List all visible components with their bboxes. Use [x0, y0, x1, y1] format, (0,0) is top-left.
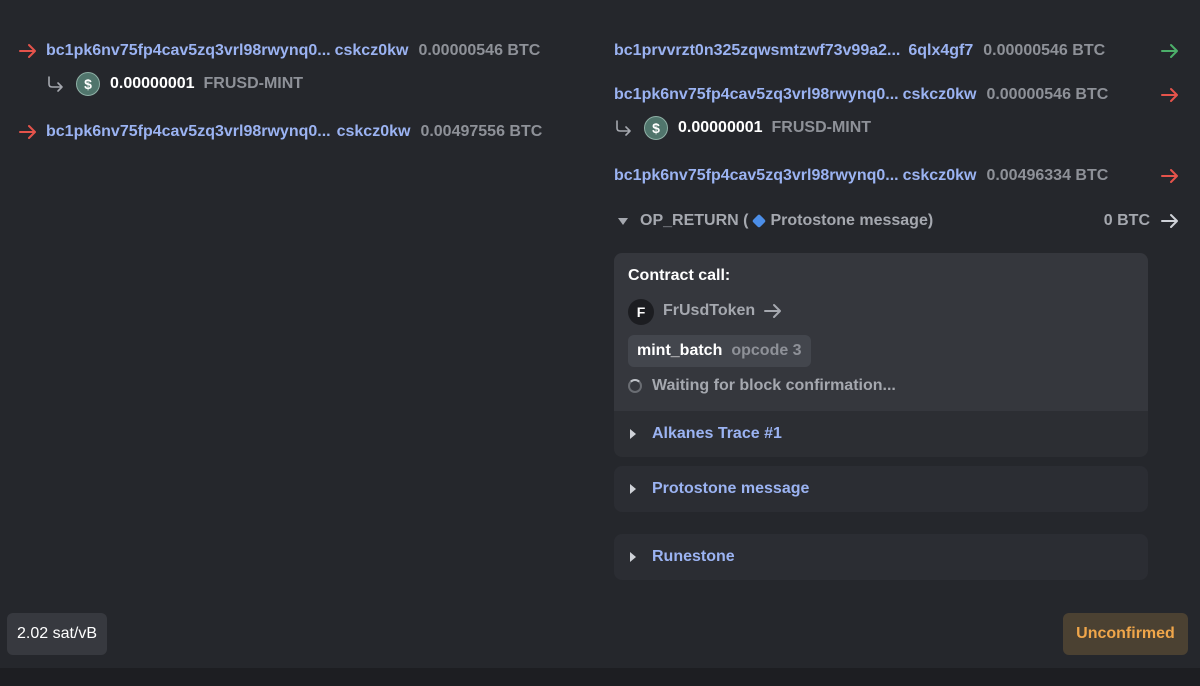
token-name[interactable]: FRUSD-MINT	[204, 75, 304, 93]
method-name: mint_batch	[637, 342, 723, 359]
output-amount: 0.00496334 BTC	[986, 167, 1109, 184]
token-amount: 0.00000001	[110, 75, 195, 92]
dollar-token-icon: $	[76, 72, 100, 96]
input-address[interactable]: bc1pk6nv75fp4cav5zq3vrl98rwynq0... cskcz0…	[46, 42, 408, 60]
op-return-label: OP_RETURN (	[640, 212, 749, 229]
opcode-label: opcode 3	[731, 342, 802, 359]
arrow-right-icon	[1161, 88, 1178, 102]
input-row[interactable]: bc1pk6nv75fp4cav5zq3vrl98rwynq0... cskcz0…	[18, 39, 540, 63]
sub-arrow-icon	[616, 120, 631, 136]
output-row[interactable]: bc1prvvrzt0n325zqwsmtzwf73v99a2... 6qlx4g…	[614, 39, 1180, 63]
section-header[interactable]: Runestone	[630, 534, 735, 580]
address-end[interactable]: cskcz0kw	[903, 86, 977, 103]
address-end[interactable]: cskcz0kw	[335, 42, 409, 59]
op-return-row[interactable]: OP_RETURN ( Protostone message ) 0 BTC	[614, 209, 1180, 233]
dollar-token-icon: $	[644, 116, 668, 140]
address-start[interactable]: bc1pk6nv75fp4cav5zq3vrl98rwynq0...	[614, 86, 899, 103]
output-row[interactable]: bc1pk6nv75fp4cav5zq3vrl98rwynq0... cskcz0…	[614, 83, 1180, 107]
waiting-text: Waiting for block confirmation...	[652, 377, 896, 394]
runestone-section[interactable]: Runestone	[614, 534, 1148, 580]
spinner-icon	[628, 379, 642, 393]
section-header[interactable]: Protostone message	[630, 466, 809, 512]
address-end[interactable]: cskcz0kw	[903, 167, 977, 184]
contract-call-title: Contract call:	[628, 267, 731, 284]
contract-avatar: F	[628, 299, 654, 325]
output-amount: 0.00000546 BTC	[986, 86, 1109, 103]
status-badge: Unconfirmed	[1063, 613, 1188, 655]
bottom-bar	[0, 668, 1200, 686]
caret-down-icon[interactable]	[618, 217, 628, 225]
alkanes-trace-section[interactable]: Alkanes Trace #1	[614, 411, 1148, 457]
caret-right-icon	[630, 552, 636, 562]
waiting-status: Waiting for block confirmation...	[628, 377, 896, 395]
address-start[interactable]: bc1pk6nv75fp4cav5zq3vrl98rwynq0...	[46, 123, 331, 140]
contract-call-panel: Contract call: F FrUsdToken mint_batch o…	[614, 253, 1148, 411]
fee-rate-badge: 2.02 sat/vB	[7, 613, 108, 655]
method-pill: mint_batch opcode 3	[628, 335, 811, 367]
section-title: Protostone message	[652, 480, 810, 497]
input-address[interactable]: bc1pk6nv75fp4cav5zq3vrl98rwynq0... cskcz0…	[46, 123, 410, 141]
section-title: Alkanes Trace #1	[652, 425, 782, 442]
section-title: Runestone	[652, 548, 735, 565]
section-header[interactable]: Alkanes Trace #1	[630, 411, 782, 457]
caret-right-icon	[630, 429, 636, 439]
input-token-row: $ 0.00000001 FRUSD-MINT	[46, 70, 303, 98]
protostone-message-section[interactable]: Protostone message	[614, 466, 1148, 512]
arrow-right-icon	[1161, 169, 1178, 183]
output-address[interactable]: bc1prvvrzt0n325zqwsmtzwf73v99a2... 6qlx4g…	[614, 42, 973, 60]
arrow-right-icon	[19, 125, 36, 139]
contract-name[interactable]: FrUsdToken	[663, 302, 755, 320]
token-name[interactable]: FRUSD-MINT	[772, 119, 872, 137]
output-address[interactable]: bc1pk6nv75fp4cav5zq3vrl98rwynq0... cskcz0…	[614, 86, 976, 104]
arrow-right-icon	[19, 44, 36, 58]
caret-right-icon	[630, 484, 636, 494]
address-start[interactable]: bc1prvvrzt0n325zqwsmtzwf73v99a2...	[614, 42, 900, 59]
output-address[interactable]: bc1pk6nv75fp4cav5zq3vrl98rwynq0... cskcz0…	[614, 167, 976, 185]
address-end[interactable]: 6qlx4gf7	[908, 42, 973, 59]
address-start[interactable]: bc1pk6nv75fp4cav5zq3vrl98rwynq0...	[614, 167, 899, 184]
arrow-right-icon	[764, 304, 782, 318]
protostone-diamond-icon	[752, 213, 767, 229]
output-row[interactable]: bc1pk6nv75fp4cav5zq3vrl98rwynq0... cskcz0…	[614, 164, 1180, 188]
output-amount: 0.00000546 BTC	[983, 42, 1106, 59]
arrow-right-icon	[1161, 214, 1178, 228]
input-amount: 0.00000546 BTC	[418, 42, 541, 59]
contract-link[interactable]: FrUsdToken	[663, 302, 783, 320]
input-row[interactable]: bc1pk6nv75fp4cav5zq3vrl98rwynq0... cskcz0…	[18, 120, 542, 144]
sub-arrow-icon	[48, 76, 63, 92]
address-start[interactable]: bc1pk6nv75fp4cav5zq3vrl98rwynq0...	[46, 42, 331, 59]
output-token-row: $ 0.00000001 FRUSD-MINT	[614, 114, 871, 142]
op-return-message: Protostone message	[770, 212, 928, 229]
arrow-right-icon	[1161, 44, 1178, 58]
op-return-amount: 0 BTC	[1103, 212, 1150, 229]
token-amount: 0.00000001	[678, 119, 763, 136]
input-amount: 0.00497556 BTC	[420, 123, 543, 140]
address-end[interactable]: cskcz0kw	[337, 123, 411, 140]
op-return-suffix: )	[927, 212, 934, 229]
